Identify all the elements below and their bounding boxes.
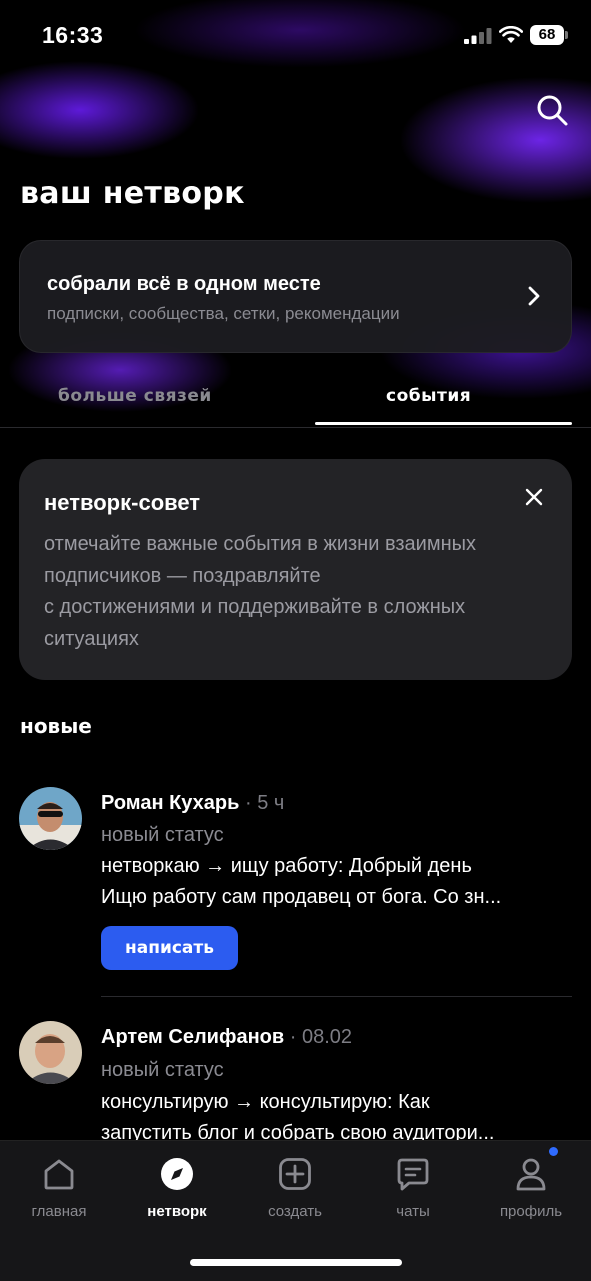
person-icon	[516, 1158, 546, 1191]
user-name[interactable]: Артем Селифанов	[101, 1026, 284, 1048]
status-bar: 16:33 68	[0, 0, 591, 70]
message-line: консультирую → консультирую: Как	[101, 1091, 430, 1113]
chat-icon	[397, 1158, 429, 1191]
tip-text-line: подписчиков — поздравляйте	[44, 564, 321, 587]
tabbar-item-create[interactable]: создать	[236, 1141, 354, 1241]
tabbar-label: главная	[31, 1203, 87, 1220]
notification-dot	[549, 1147, 558, 1156]
tabbar-label: создать	[268, 1203, 322, 1220]
avatar[interactable]	[19, 1021, 82, 1084]
home-icon	[44, 1159, 74, 1190]
page-title: ваш нетворк	[20, 176, 245, 211]
tabbar-label: нетворк	[147, 1203, 207, 1220]
tab-events[interactable]: события	[386, 386, 471, 406]
active-tab-indicator	[315, 422, 572, 425]
chevron-right-icon	[528, 286, 540, 306]
hub-card-subtitle: подписки, сообщества, сетки, рекомендаци…	[47, 304, 400, 323]
section-title-new: новые	[20, 714, 92, 738]
close-icon[interactable]	[524, 487, 544, 507]
write-message-button[interactable]: написать	[101, 926, 238, 970]
post-time: · 5 ч	[239, 792, 285, 814]
tab-more-connections[interactable]: больше связей	[58, 386, 212, 406]
tip-text: отмечайте важные события в жизни взаимны…	[44, 529, 564, 655]
network-hub-card[interactable]: собрали всё в одном месте подписки, сооб…	[19, 240, 572, 353]
tabs: больше связей события	[0, 380, 591, 428]
status-label: новый статус	[101, 824, 224, 846]
avatar[interactable]	[19, 787, 82, 850]
user-name[interactable]: Роман Кухарь	[101, 792, 239, 814]
feed-name-line: Артем Селифанов · 08.02	[101, 1026, 352, 1049]
tabbar-item-profile[interactable]: профиль	[472, 1141, 590, 1241]
search-icon[interactable]	[534, 92, 570, 128]
feed-divider	[101, 996, 572, 997]
tabbar-item-home[interactable]: главная	[0, 1141, 118, 1241]
message-line: Ищю работу сам продавец от бога. Со зн..…	[101, 886, 502, 908]
tip-text-line: ситуациях	[44, 627, 139, 650]
message-line: нетворкаю → ищу работу: Добрый день	[101, 855, 472, 877]
plus-square-icon	[279, 1158, 311, 1190]
post-time: · 08.02	[284, 1026, 353, 1048]
status-time: 16:33	[42, 22, 104, 48]
tip-text-line: отмечайте важные события в жизни взаимны…	[44, 533, 476, 555]
cellular-signal-icon	[464, 28, 492, 44]
tabbar-item-network[interactable]: нетворк	[118, 1141, 236, 1241]
feed-name-line: Роман Кухарь · 5 ч	[101, 792, 284, 815]
battery-cap	[565, 31, 568, 39]
status-message[interactable]: нетворкаю → ищу работу: Добрый день Ищю …	[101, 851, 571, 913]
tabbar-item-chats[interactable]: чаты	[354, 1141, 472, 1241]
wifi-icon	[499, 26, 523, 43]
tabbar-label: чаты	[396, 1203, 430, 1220]
hub-card-title: собрали всё в одном месте	[47, 273, 321, 295]
home-indicator	[190, 1259, 402, 1266]
network-tip-card: нетворк-совет отмечайте важные события в…	[19, 459, 572, 680]
tabbar-label: профиль	[499, 1203, 563, 1220]
status-label: новый статус	[101, 1059, 224, 1081]
tip-title: нетворк-совет	[44, 490, 201, 515]
battery-indicator: 68	[530, 25, 564, 45]
tip-text-line: с достижениями и поддерживайте в сложных	[44, 596, 466, 618]
compass-icon	[161, 1158, 193, 1190]
